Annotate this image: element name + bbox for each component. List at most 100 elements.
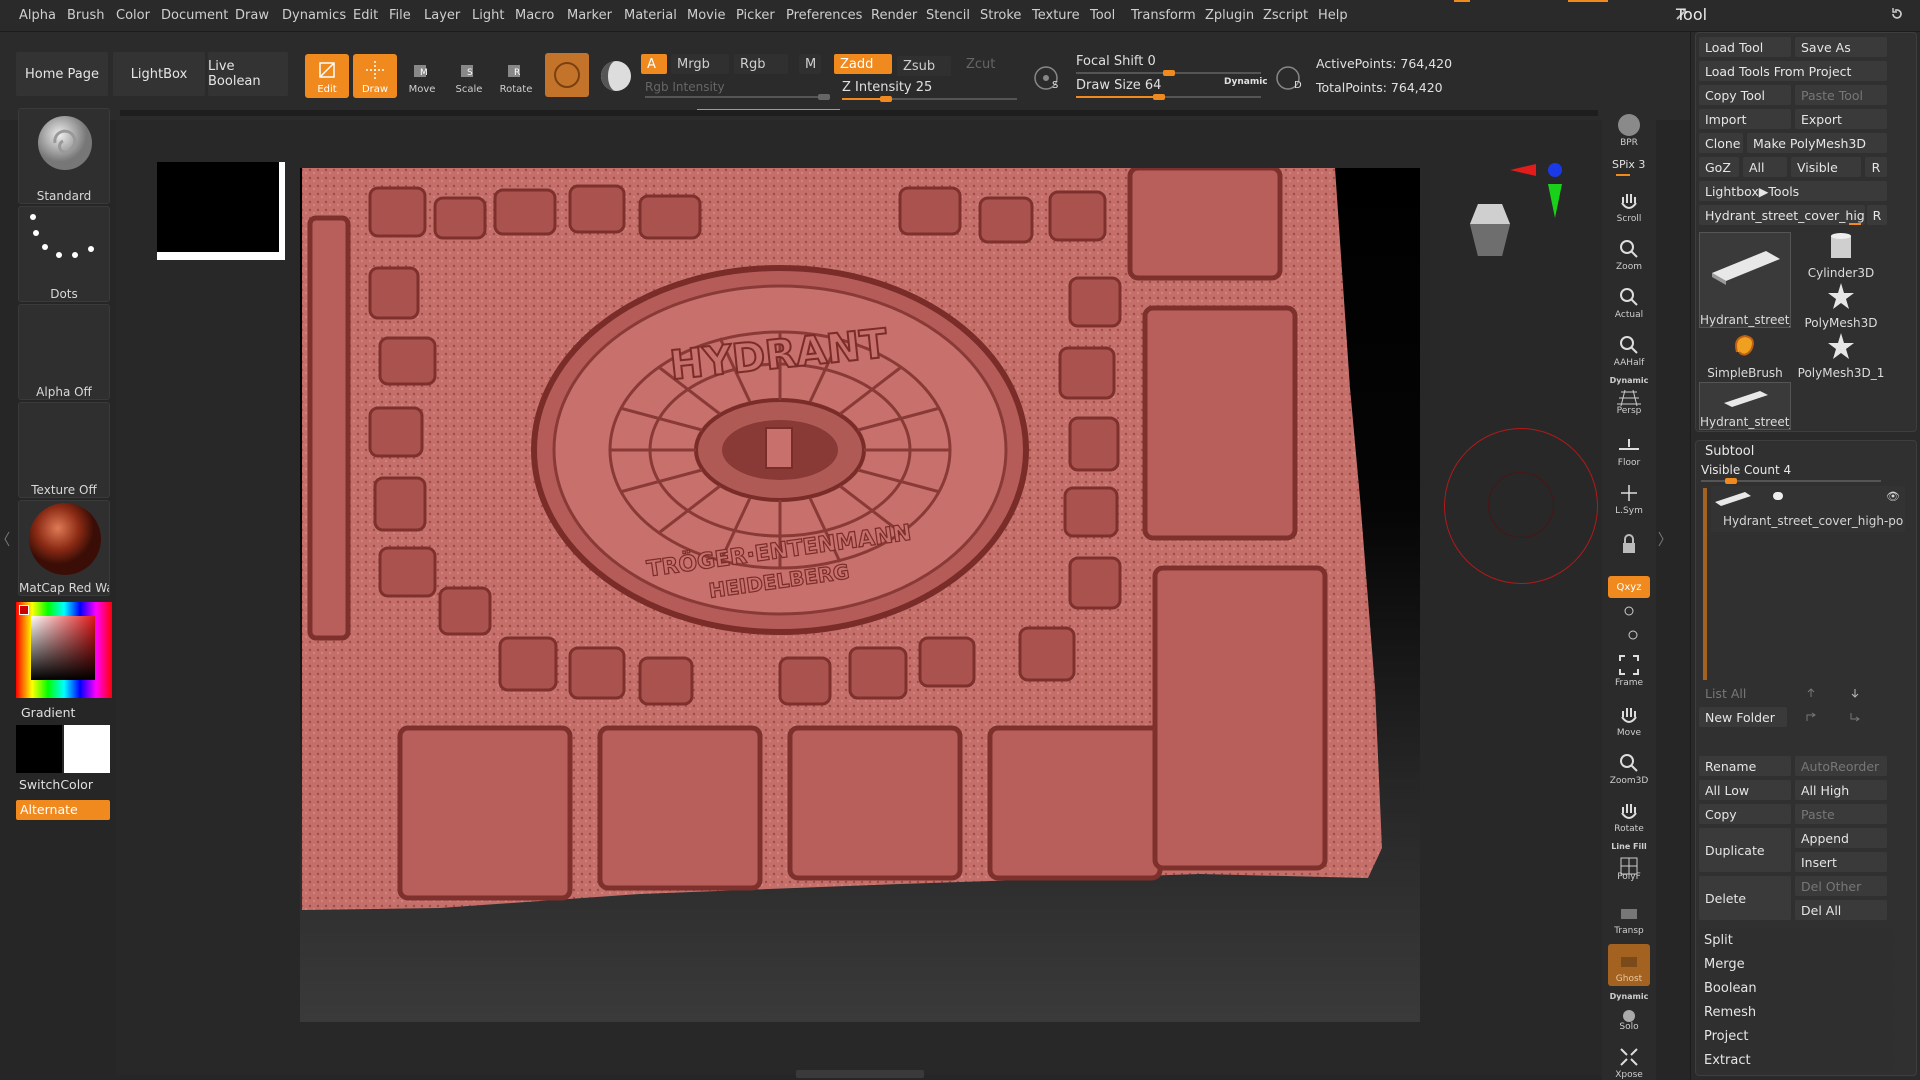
visible-count-label[interactable]: Visible Count 4	[1701, 463, 1791, 477]
make-polymesh3d-button[interactable]: Make PolyMesh3D	[1747, 133, 1887, 153]
copy-subtool-button[interactable]: Copy	[1699, 804, 1791, 824]
scroll-button[interactable]: Scroll	[1608, 184, 1650, 226]
paste-tool-button[interactable]: Paste Tool	[1795, 85, 1887, 105]
rotate-mode-button[interactable]: R Rotate	[494, 54, 538, 98]
secondary-color-swatch[interactable]	[64, 725, 110, 773]
lock-button[interactable]	[1608, 528, 1650, 570]
dynamic-toggle[interactable]: Dynamic	[1224, 77, 1268, 87]
tool-thumb-cylinder3d[interactable]: Cylinder3D	[1795, 232, 1887, 280]
menu-movie[interactable]: Movie	[687, 8, 725, 23]
menu-stencil[interactable]: Stencil	[926, 8, 970, 23]
list-all-button[interactable]: List All	[1699, 683, 1787, 703]
lsym-button[interactable]: L.Sym	[1608, 476, 1650, 518]
duplicate-button[interactable]: Duplicate	[1699, 828, 1791, 872]
split-section[interactable]: Split	[1698, 929, 1894, 951]
rename-button[interactable]: Rename	[1699, 756, 1791, 776]
rotate-z-button[interactable]	[1626, 628, 1640, 642]
color-picker[interactable]	[16, 602, 112, 698]
import-button[interactable]: Import	[1699, 109, 1791, 129]
all-high-button[interactable]: All High	[1795, 780, 1887, 800]
canvas-bottom-handle[interactable]	[796, 1070, 924, 1078]
append-button[interactable]: Append	[1795, 828, 1887, 848]
canvas-top-scrollbar[interactable]	[120, 110, 1598, 116]
focal-shift-knob[interactable]	[1163, 70, 1175, 76]
current-tool-r-button[interactable]: R	[1867, 205, 1887, 225]
xpose-button[interactable]: Xpose	[1608, 1040, 1650, 1080]
project-section[interactable]: Project	[1698, 1025, 1894, 1047]
m-toggle[interactable]: M	[799, 54, 821, 74]
bpr-button[interactable]: BPR	[1608, 108, 1650, 150]
menu-edit[interactable]: Edit	[353, 8, 378, 23]
move-mode-button[interactable]: M Move	[400, 54, 444, 98]
s-lazy-button[interactable]: S	[1030, 62, 1064, 96]
draw-size-knob[interactable]	[1153, 94, 1165, 100]
menu-preferences[interactable]: Preferences	[786, 8, 862, 23]
persp-button[interactable]: Dynamic Persp	[1608, 376, 1650, 418]
zoom3d-button[interactable]: Zoom3D	[1608, 746, 1650, 788]
polyf-button[interactable]: Line Fill PolyF	[1608, 842, 1650, 884]
menu-texture[interactable]: Texture	[1032, 8, 1080, 23]
all-low-button[interactable]: All Low	[1699, 780, 1791, 800]
scale-mode-button[interactable]: S Scale	[447, 54, 491, 98]
mrgb-toggle[interactable]: Mrgb	[671, 54, 729, 74]
menu-draw[interactable]: Draw	[235, 8, 269, 23]
menu-alpha[interactable]: Alpha	[19, 8, 56, 23]
menu-document[interactable]: Document	[161, 8, 228, 23]
remesh-section[interactable]: Remesh	[1698, 1001, 1894, 1023]
color-square[interactable]	[31, 616, 95, 680]
spix-control[interactable]: SPix 3	[1612, 158, 1645, 171]
export-button[interactable]: Export	[1795, 109, 1887, 129]
merge-section[interactable]: Merge	[1698, 953, 1894, 975]
move-down-button[interactable]	[1835, 683, 1875, 703]
subtool-item[interactable]: 👁 Hydrant_street_cover_high-pol	[1711, 486, 1905, 532]
axis-gizmo[interactable]	[1506, 156, 1566, 226]
menu-render[interactable]: Render	[871, 8, 917, 23]
visible-count-knob[interactable]	[1725, 478, 1737, 484]
brush-picker[interactable]: Standard	[18, 108, 110, 204]
lightbox-tools-button[interactable]: Lightbox▶Tools	[1699, 181, 1887, 201]
rotate-view-button[interactable]: Rotate	[1608, 794, 1650, 836]
menu-marker[interactable]: Marker	[567, 8, 612, 23]
current-tool-slider[interactable]: Hydrant_street_cover_high-po	[1699, 205, 1865, 225]
menu-stroke[interactable]: Stroke	[980, 8, 1021, 23]
d-button[interactable]: D	[1272, 62, 1306, 96]
tool-thumb-polymesh3d[interactable]: PolyMesh3D	[1795, 282, 1887, 330]
main-color-swatch[interactable]	[16, 725, 62, 773]
brush-preview-button[interactable]	[545, 53, 589, 97]
del-all-button[interactable]: Del All	[1795, 900, 1887, 920]
del-other-button[interactable]: Del Other	[1795, 876, 1887, 896]
actual-button[interactable]: Actual	[1608, 280, 1650, 322]
menu-color[interactable]: Color	[116, 8, 150, 23]
menu-material[interactable]: Material	[624, 8, 677, 23]
zoom-button[interactable]: Zoom	[1608, 232, 1650, 274]
move-up-button[interactable]	[1791, 683, 1831, 703]
tool-thumb-simplebrush[interactable]: SimpleBrush	[1699, 332, 1791, 380]
reset-icon[interactable]	[1890, 7, 1904, 21]
z-intensity-knob[interactable]	[880, 96, 892, 102]
rgb-intensity-knob[interactable]	[818, 94, 830, 100]
menu-transform[interactable]: Transform	[1131, 8, 1196, 23]
menu-picker[interactable]: Picker	[736, 8, 775, 23]
a-toggle[interactable]: A	[641, 54, 667, 74]
insert-button[interactable]: Insert	[1795, 852, 1887, 872]
subtool-title[interactable]: Subtool	[1705, 444, 1754, 459]
tool-thumb-polymesh3d-1[interactable]: PolyMesh3D_1	[1795, 332, 1887, 380]
live-boolean-button[interactable]: Live Boolean	[208, 52, 288, 96]
menu-layer[interactable]: Layer	[424, 8, 460, 23]
aahalf-button[interactable]: AAHalf	[1608, 328, 1650, 370]
lightbox-button[interactable]: LightBox	[113, 52, 205, 96]
solo-button[interactable]: Dynamic Solo	[1608, 992, 1650, 1034]
menu-tool[interactable]: Tool	[1090, 8, 1115, 23]
left-tray-handle[interactable]	[4, 530, 10, 548]
subtool-polypaint-icon[interactable]	[1773, 492, 1783, 500]
floor-button[interactable]: Floor	[1608, 428, 1650, 470]
frame-button[interactable]: Frame	[1608, 648, 1650, 690]
menu-brush[interactable]: Brush	[67, 8, 105, 23]
load-tool-button[interactable]: Load Tool	[1699, 37, 1791, 57]
clone-button[interactable]: Clone	[1699, 133, 1743, 153]
menu-light[interactable]: Light	[472, 8, 504, 23]
folder-down-button[interactable]	[1835, 707, 1875, 727]
menu-zscript[interactable]: Zscript	[1263, 8, 1308, 23]
new-folder-button[interactable]: New Folder	[1699, 707, 1787, 727]
delete-button[interactable]: Delete	[1699, 876, 1791, 920]
